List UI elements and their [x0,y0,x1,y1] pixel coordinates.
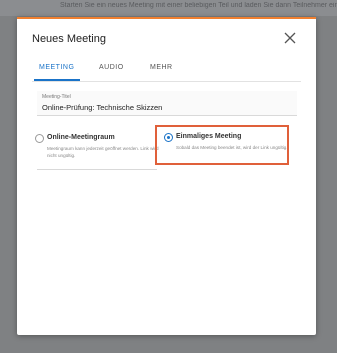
new-meeting-dialog: Neues Meeting MEETING AUDIO MEHR Meeting… [17,17,316,335]
close-icon[interactable] [283,31,297,45]
tab-meeting[interactable]: MEETING [39,64,74,71]
option-single-meeting-description: Sobald das Meeting beendet ist, wird der… [176,145,288,150]
tab-bar: MEETING AUDIO MEHR [32,59,301,82]
dialog-accent-bar [17,17,316,19]
tab-more[interactable]: MEHR [150,64,173,71]
row-divider [37,169,157,170]
option-single-meeting[interactable]: Einmaliges Meeting Sobald das Meeting be… [164,133,288,161]
tab-audio[interactable]: AUDIO [99,64,124,71]
meeting-title-value: Online-Prüfung: Technische Skizzen [42,103,163,112]
radio-single-meeting[interactable] [164,133,173,142]
meeting-title-label: Meeting-Titel [42,94,71,100]
background-header: Starten Sie ein neues Meeting mit einer … [0,0,337,16]
background-text: Starten Sie ein neues Meeting mit einer … [60,2,337,9]
active-tab-indicator [34,79,80,81]
option-online-meetingroom[interactable]: Online-Meetingraum Meetingraum kann jede… [35,134,159,160]
option-single-meeting-title: Einmaliges Meeting [176,133,242,140]
dialog-title: Neues Meeting [32,33,106,45]
radio-online-meetingroom[interactable] [35,134,44,143]
meeting-title-field[interactable]: Meeting-Titel Online-Prüfung: Technische… [37,91,297,116]
option-online-meetingroom-description: Meetingraum kann jederzeit geöffnet werd… [47,146,159,158]
option-online-meetingroom-title: Online-Meetingraum [47,134,115,141]
